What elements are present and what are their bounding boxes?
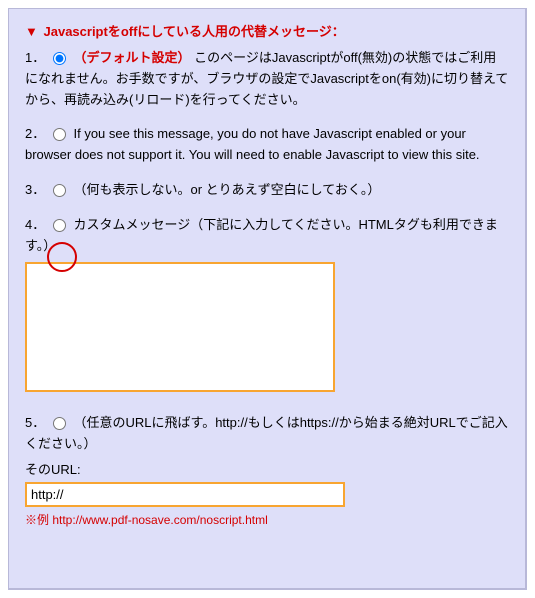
option-2-number: 2． bbox=[25, 126, 45, 141]
custom-message-textarea[interactable] bbox=[25, 262, 335, 392]
option-2-radio[interactable] bbox=[53, 128, 66, 141]
option-2: 2． If you see this message, you do not h… bbox=[25, 124, 509, 166]
option-4-number: 4． bbox=[25, 217, 45, 232]
triangle-marker-icon: ▼ bbox=[25, 24, 38, 39]
option-1-number: 1． bbox=[25, 50, 45, 65]
option-2-text: If you see this message, you do not have… bbox=[25, 126, 480, 162]
url-example: ※例 http://www.pdf-nosave.com/noscript.ht… bbox=[25, 511, 509, 528]
url-label: そのURL: bbox=[25, 459, 509, 478]
option-5-radio[interactable] bbox=[53, 417, 66, 430]
custom-message-wrap bbox=[25, 262, 509, 395]
option-3: 3． （何も表示しない。or とりあえず空白にしておく。） bbox=[25, 180, 509, 201]
option-4: 4． カスタムメッセージ（下記に入力してください。HTMLタグも利用できます。） bbox=[25, 215, 509, 257]
option-5-number: 5． bbox=[25, 415, 45, 430]
section-title: ▼ Javascriptをoffにしている人用の代替メッセージ： bbox=[25, 21, 509, 40]
option-4-radio[interactable] bbox=[53, 219, 66, 232]
section-title-text: Javascriptをoffにしている人用の代替メッセージ： bbox=[44, 24, 345, 39]
option-1-radio[interactable] bbox=[53, 52, 66, 65]
option-3-text: （何も表示しない。or とりあえず空白にしておく。） bbox=[73, 182, 380, 197]
option-5-text: （任意のURLに飛ばす。http://もしくはhttps://から始まる絶対UR… bbox=[25, 415, 508, 451]
option-5: 5． （任意のURLに飛ばす。http://もしくはhttps://から始まる絶… bbox=[25, 413, 509, 455]
option-3-number: 3． bbox=[25, 182, 45, 197]
option-1: 1． （デフォルト設定） このページはJavascriptがoff(無効)の状態… bbox=[25, 48, 509, 110]
option-4-text: カスタムメッセージ（下記に入力してください。HTMLタグも利用できます。） bbox=[25, 217, 498, 253]
option-1-default-tag: （デフォルト設定） bbox=[73, 50, 190, 65]
noscript-options-panel: ▼ Javascriptをoffにしている人用の代替メッセージ： 1． （デフォ… bbox=[8, 8, 527, 590]
url-row: そのURL: ※例 http://www.pdf-nosave.com/nosc… bbox=[25, 459, 509, 528]
option-3-radio[interactable] bbox=[53, 184, 66, 197]
redirect-url-input[interactable] bbox=[25, 482, 345, 507]
